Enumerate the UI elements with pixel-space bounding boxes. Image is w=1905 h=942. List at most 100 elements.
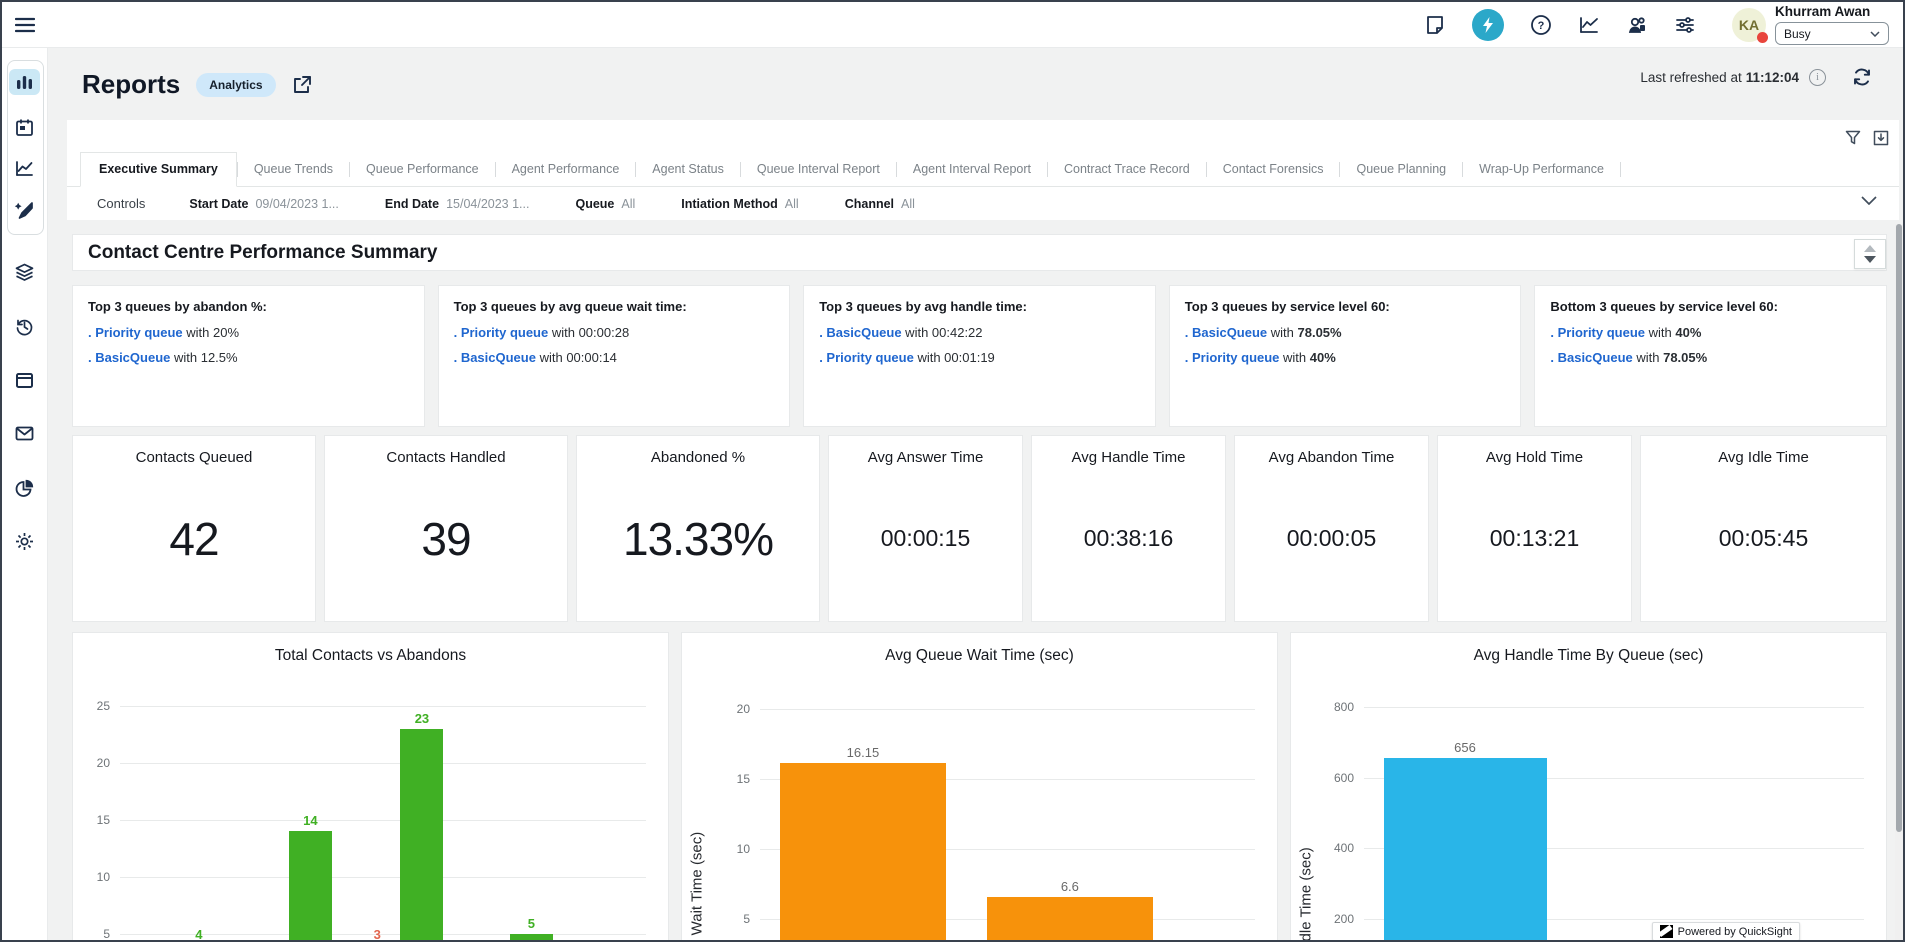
summary-title: Contact Centre Performance Summary	[73, 242, 438, 264]
external-link-icon[interactable]	[292, 75, 312, 95]
quick-flash-icon[interactable]	[1472, 9, 1504, 41]
queue-link[interactable]: . BasicQueue	[1185, 325, 1267, 340]
gridline	[120, 763, 646, 764]
queue-link[interactable]: . BasicQueue	[1550, 350, 1632, 365]
tab-agent-status[interactable]: Agent Status	[636, 153, 740, 186]
kpi-avg-handle-time[interactable]: Avg Handle Time00:38:16	[1031, 435, 1226, 622]
calendar-icon[interactable]	[14, 117, 35, 138]
insight-item: . Priority queue with 20%	[88, 323, 409, 342]
control-start-date[interactable]: Start Date09/04/2023 1...	[189, 197, 338, 211]
kpi-avg-answer-time[interactable]: Avg Answer Time00:00:15	[828, 435, 1023, 622]
insight-card: Top 3 queues by service level 60:. Basic…	[1169, 285, 1522, 427]
dashboards-bar-chart-icon[interactable]	[14, 72, 35, 93]
control-intiation-method[interactable]: Intiation MethodAll	[681, 197, 798, 211]
hamburger-menu-icon[interactable]	[2, 17, 48, 33]
notes-icon[interactable]	[1424, 14, 1446, 36]
bar[interactable]	[510, 934, 553, 940]
kpi-contacts-queued[interactable]: Contacts Queued42	[72, 435, 316, 622]
svg-text:?: ?	[1538, 20, 1545, 32]
y-tick-label: 25	[73, 699, 110, 713]
chart-card-2[interactable]: Powered by QuickSight Avg Handle Time By…	[1290, 632, 1887, 940]
queue-link[interactable]: . Priority queue	[1185, 350, 1280, 365]
metrics-icon[interactable]	[1578, 14, 1600, 36]
filter-funnel-icon[interactable]	[1845, 130, 1861, 146]
y-axis-label: Avg Queue Wait Time (sec)	[689, 832, 706, 940]
export-icon[interactable]	[1873, 130, 1889, 146]
scroll-stepper[interactable]	[1854, 239, 1886, 269]
datasets-layers-icon[interactable]	[14, 262, 35, 283]
status-value: Busy	[1784, 27, 1811, 41]
scrollbar-thumb[interactable]	[1896, 224, 1902, 832]
tab-executive-summary[interactable]: Executive Summary	[80, 152, 237, 187]
control-value: 15/04/2023 1...	[446, 197, 529, 211]
tab-contract-trace-record[interactable]: Contract Trace Record	[1048, 153, 1206, 186]
kpi-avg-idle-time[interactable]: Avg Idle Time00:05:45	[1640, 435, 1887, 622]
insight-card: Top 3 queues by abandon %:. Priority que…	[72, 285, 425, 427]
step-down-icon[interactable]	[1864, 256, 1876, 263]
refresh-icon[interactable]	[1852, 67, 1872, 87]
bar-value-label: 23	[387, 711, 457, 726]
insight-card-title: Top 3 queues by avg queue wait time:	[454, 299, 775, 314]
preferences-sliders-icon[interactable]	[1674, 14, 1696, 36]
tab-separator	[1620, 162, 1621, 177]
queue-link[interactable]: . Priority queue	[1550, 325, 1645, 340]
queue-link[interactable]: . BasicQueue	[819, 325, 901, 340]
powered-by-quicksight-badge: Powered by QuickSight	[1652, 922, 1800, 940]
tab-contact-forensics[interactable]: Contact Forensics	[1207, 153, 1340, 186]
queue-link[interactable]: . BasicQueue	[88, 350, 170, 365]
gridline	[1364, 707, 1864, 708]
collapse-chevron-icon[interactable]	[1861, 196, 1877, 205]
queue-link[interactable]: . Priority queue	[88, 325, 183, 340]
tab-queue-trends[interactable]: Queue Trends	[238, 153, 349, 186]
chart-card-0[interactable]: Total Contacts vs Abandons25201510541432…	[72, 632, 669, 940]
status-dropdown[interactable]: Busy	[1775, 22, 1889, 45]
bar-value-label: 14	[275, 813, 345, 828]
y-tick-label: 800	[1291, 700, 1354, 714]
tab-agent-interval-report[interactable]: Agent Interval Report	[897, 153, 1047, 186]
bar[interactable]	[987, 897, 1153, 940]
control-value: All	[785, 197, 799, 211]
control-queue[interactable]: QueueAll	[575, 197, 635, 211]
queue-link[interactable]: . Priority queue	[454, 325, 549, 340]
insight-value: 20%	[213, 325, 239, 340]
refreshed-time: 11:12:04	[1746, 70, 1799, 85]
avatar-initials: KA	[1739, 17, 1759, 33]
bar[interactable]	[1384, 758, 1547, 940]
queue-link[interactable]: . BasicQueue	[454, 350, 536, 365]
tab-queue-interval-report[interactable]: Queue Interval Report	[741, 153, 896, 186]
authoring-brush-icon[interactable]	[14, 200, 35, 221]
vertical-scrollbar[interactable]	[1895, 224, 1903, 940]
user-avatar[interactable]: KA	[1732, 8, 1766, 42]
settings-gear-icon[interactable]	[14, 531, 35, 552]
step-up-icon[interactable]	[1864, 245, 1876, 252]
line-chart-icon[interactable]	[14, 158, 35, 179]
insight-card: Top 3 queues by avg handle time:. BasicQ…	[803, 285, 1156, 427]
chart-card-1[interactable]: Avg Queue Wait Time (sec)201510516.156.6…	[681, 632, 1278, 940]
bar[interactable]	[780, 763, 946, 940]
control-channel[interactable]: ChannelAll	[845, 197, 915, 211]
kpi-contacts-handled[interactable]: Contacts Handled39	[324, 435, 568, 622]
kpi-abandoned-[interactable]: Abandoned %13.33%	[576, 435, 820, 622]
applications-window-icon[interactable]	[14, 370, 35, 391]
contacts-icon[interactable]	[1626, 14, 1648, 36]
tab-queue-performance[interactable]: Queue Performance	[350, 153, 495, 186]
help-icon[interactable]: ?	[1530, 14, 1552, 36]
control-end-date[interactable]: End Date15/04/2023 1...	[385, 197, 530, 211]
insights-pie-chart-icon[interactable]	[14, 478, 35, 499]
info-icon[interactable]: i	[1809, 69, 1826, 86]
kpi-avg-hold-time[interactable]: Avg Hold Time00:13:21	[1437, 435, 1632, 622]
kpi-avg-abandon-time[interactable]: Avg Abandon Time00:00:05	[1234, 435, 1429, 622]
y-tick-label: 20	[73, 756, 110, 770]
tab-queue-planning[interactable]: Queue Planning	[1340, 153, 1462, 186]
insight-item: . Priority queue with 40%	[1550, 323, 1871, 342]
queue-link[interactable]: . Priority queue	[819, 350, 914, 365]
kpi-label: Contacts Queued	[136, 449, 253, 466]
bar-value-label: 656	[1430, 740, 1500, 755]
tab-agent-performance[interactable]: Agent Performance	[496, 153, 636, 186]
bar[interactable]	[400, 729, 443, 940]
tab-wrap-up-performance[interactable]: Wrap-Up Performance	[1463, 153, 1620, 186]
kpi-value: 00:00:05	[1287, 466, 1377, 621]
history-clock-icon[interactable]	[14, 316, 35, 337]
bar[interactable]	[289, 831, 332, 940]
mail-icon[interactable]	[14, 423, 35, 444]
